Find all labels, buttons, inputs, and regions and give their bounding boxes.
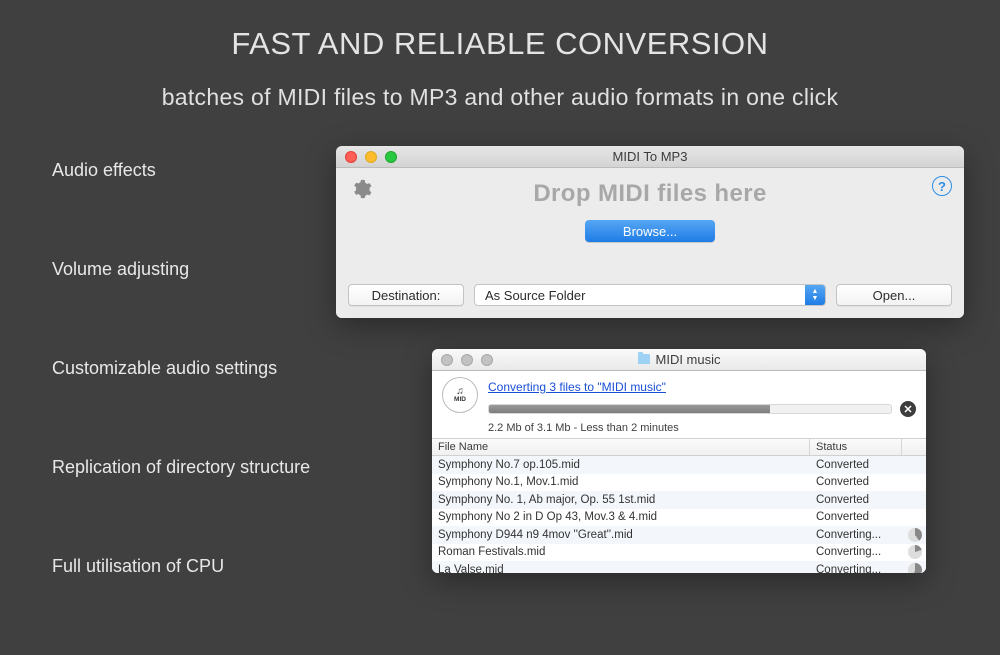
cancel-icon[interactable]: ✕ (900, 401, 916, 417)
destination-button[interactable]: Destination: (348, 284, 464, 306)
window-title: MIDI music (432, 352, 926, 368)
feature-item: Replication of directory structure (52, 457, 310, 478)
cell-file-name: Symphony No.7 op.105.mid (432, 459, 810, 471)
traffic-lights (441, 354, 493, 366)
table-row[interactable]: Symphony No. 1, Ab major, Op. 55 1st.mid… (432, 491, 926, 509)
destination-popup[interactable]: As Source Folder ▲▼ (474, 284, 826, 306)
cell-status: Converting... (810, 564, 902, 573)
zoom-icon[interactable] (481, 354, 493, 366)
cell-file-name: Roman Festivals.mid (432, 546, 810, 558)
cell-status: Converting... (810, 529, 902, 541)
progress-bar (488, 404, 892, 414)
header-status[interactable]: Status (810, 439, 902, 455)
traffic-lights (345, 151, 397, 163)
table-header: File Name Status (432, 439, 926, 456)
cell-progress-icon (902, 528, 926, 542)
feature-item: Audio effects (52, 160, 310, 181)
progress-window: MIDI music ♫ MID Converting 3 files to "… (432, 349, 926, 573)
table-row[interactable]: Symphony No.7 op.105.midConverted (432, 456, 926, 474)
progress-status-text: 2.2 Mb of 3.1 Mb - Less than 2 minutes (488, 422, 916, 434)
cell-status: Converted (810, 459, 902, 471)
cell-status: Converted (810, 476, 902, 488)
open-button[interactable]: Open... (836, 284, 952, 306)
drop-zone-label: Drop MIDI files here (336, 168, 964, 208)
titlebar[interactable]: MIDI To MP3 (336, 146, 964, 168)
close-icon[interactable] (345, 151, 357, 163)
table-row[interactable]: Roman Festivals.midConverting... (432, 544, 926, 562)
file-table: File Name Status Symphony No.7 op.105.mi… (432, 438, 926, 573)
feature-list: Audio effects Volume adjusting Customiza… (52, 160, 310, 655)
close-icon[interactable] (441, 354, 453, 366)
spinner-icon (908, 545, 922, 559)
cell-file-name: Symphony D944 n9 4mov ''Great''.mid (432, 529, 810, 541)
cell-file-name: Symphony No. 1, Ab major, Op. 55 1st.mid (432, 494, 810, 506)
folder-icon (638, 354, 650, 364)
feature-item: Volume adjusting (52, 259, 310, 280)
destination-value: As Source Folder (485, 288, 585, 303)
table-row[interactable]: Symphony No 2 in D Op 43, Mov.3 & 4.midC… (432, 509, 926, 527)
table-row[interactable]: La Valse.midConverting... (432, 561, 926, 573)
cell-status: Converting... (810, 546, 902, 558)
main-window: MIDI To MP3 ? Drop MIDI files here Brows… (336, 146, 964, 318)
feature-item: Full utilisation of CPU (52, 556, 310, 577)
spinner-icon (908, 528, 922, 542)
titlebar[interactable]: MIDI music (432, 349, 926, 371)
zoom-icon[interactable] (385, 151, 397, 163)
browse-button[interactable]: Browse... (585, 220, 715, 242)
cell-file-name: Symphony No.1, Mov.1.mid (432, 476, 810, 488)
cell-status: Converted (810, 494, 902, 506)
converting-link[interactable]: Converting 3 files to "MIDI music" (488, 380, 666, 394)
feature-item: Customizable audio settings (52, 358, 310, 379)
cell-progress-icon (902, 563, 926, 573)
gear-icon[interactable] (350, 178, 372, 200)
progress-window-title-text: MIDI music (656, 352, 721, 367)
spinner-icon (908, 563, 922, 573)
table-row[interactable]: Symphony D944 n9 4mov ''Great''.midConve… (432, 526, 926, 544)
midi-file-icon: ♫ MID (442, 377, 478, 413)
hero-subtitle: batches of MIDI files to MP3 and other a… (0, 84, 1000, 111)
table-row[interactable]: Symphony No.1, Mov.1.midConverted (432, 474, 926, 492)
cell-file-name: Symphony No 2 in D Op 43, Mov.3 & 4.mid (432, 511, 810, 523)
cell-status: Converted (810, 511, 902, 523)
chevron-up-down-icon: ▲▼ (805, 285, 825, 305)
minimize-icon[interactable] (461, 354, 473, 366)
help-icon[interactable]: ? (932, 176, 952, 196)
cell-file-name: La Valse.mid (432, 564, 810, 573)
cell-progress-icon (902, 545, 926, 559)
window-title: MIDI To MP3 (336, 149, 964, 164)
header-file-name[interactable]: File Name (432, 439, 810, 455)
minimize-icon[interactable] (365, 151, 377, 163)
midi-badge-label: MID (454, 397, 466, 404)
hero-title: FAST AND RELIABLE CONVERSION (0, 0, 1000, 62)
